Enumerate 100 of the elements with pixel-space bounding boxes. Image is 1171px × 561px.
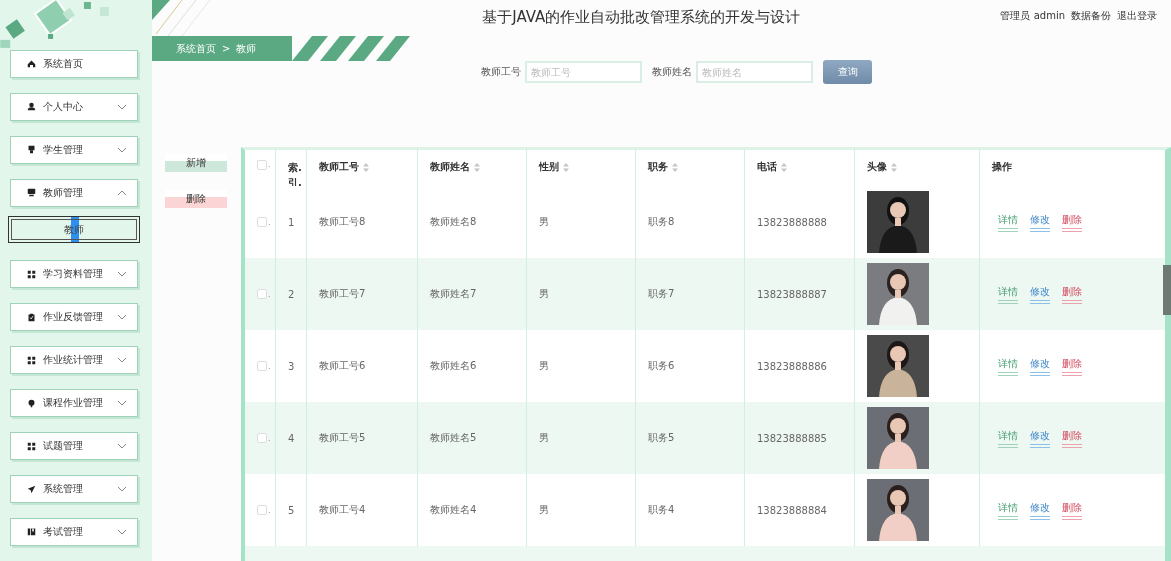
column-header[interactable]: 头像: [867, 160, 887, 174]
book-icon: [27, 527, 36, 537]
checkbox[interactable]: [257, 433, 267, 443]
paper-plane-icon: [27, 484, 36, 494]
table-cell: 13823888887: [757, 288, 827, 300]
table-cell: 职务7: [648, 287, 675, 301]
table-cell: 教师工号7: [319, 287, 366, 301]
menu-item[interactable]: 系统管理: [10, 475, 138, 503]
header-link[interactable]: 管理员 admin: [1000, 9, 1065, 23]
signboard-icon: [27, 145, 36, 155]
checkbox-mark: .: [268, 217, 271, 227]
action-link[interactable]: 详情: [998, 500, 1018, 520]
sort-icon: [563, 162, 569, 172]
table-cell: 13823888885: [757, 432, 827, 444]
checkbox[interactable]: [257, 361, 267, 371]
table-cell: 教师姓名8: [430, 215, 477, 229]
checkbox[interactable]: [257, 289, 267, 299]
checkbox-mark: .: [268, 361, 271, 371]
action-link[interactable]: 删除: [1062, 212, 1082, 232]
table-cell: 男: [539, 215, 549, 229]
table-cell: 教师工号8: [319, 215, 366, 229]
action-link[interactable]: 删除: [1062, 284, 1082, 304]
search-field[interactable]: 教师姓名: [696, 61, 813, 83]
sort-icon: [363, 162, 369, 172]
checkbox-mark: .: [268, 433, 271, 443]
table-cell: 教师工号4: [319, 503, 366, 517]
home-icon: [27, 59, 36, 69]
column-header[interactable]: 职务: [648, 160, 668, 174]
table-cell: 13823888884: [757, 504, 827, 516]
column-header: 操作: [992, 160, 1012, 174]
table-cell: 教师姓名7: [430, 287, 477, 301]
table-cell: 3: [288, 360, 295, 372]
action-link[interactable]: 修改: [1030, 356, 1050, 376]
sort-icon: [891, 162, 897, 172]
action-link[interactable]: 删除: [1062, 356, 1082, 376]
column-header[interactable]: 教师工号: [319, 160, 359, 174]
field-label: 教师工号: [481, 65, 521, 79]
menu-item[interactable]: 课程作业管理: [10, 389, 138, 418]
table-cell: 13823888886: [757, 360, 827, 372]
action-link[interactable]: 修改: [1030, 428, 1050, 448]
checkbox[interactable]: [257, 160, 267, 170]
checkbox[interactable]: [257, 217, 267, 227]
menu-item[interactable]: 作业反馈管理: [10, 303, 138, 332]
action-link[interactable]: 修改: [1030, 284, 1050, 304]
table-cell: 职务6: [648, 359, 675, 373]
menu-item[interactable]: 作业统计管理: [10, 346, 138, 375]
action-link[interactable]: 修改: [1030, 500, 1050, 520]
table-cell: 男: [539, 431, 549, 445]
menu-item[interactable]: 学习资料管理: [10, 260, 138, 289]
add-button[interactable]: 新增: [165, 154, 227, 172]
sort-icon: [672, 162, 678, 172]
menu-item[interactable]: 考试管理: [10, 518, 138, 546]
table-cell: 教师工号5: [319, 431, 366, 445]
separator: >: [222, 43, 231, 54]
table-cell: 教师姓名5: [430, 431, 477, 445]
bulb-icon: [27, 398, 36, 408]
action-link[interactable]: 删除: [1062, 500, 1082, 520]
table-cell: 2: [288, 288, 295, 300]
table-cell: 职务5: [648, 431, 675, 445]
menu-item[interactable]: 个人中心: [10, 92, 138, 121]
table-cell: 4: [288, 432, 295, 444]
header-link[interactable]: 数据备份: [1071, 9, 1111, 23]
menu-item[interactable]: 学生管理: [10, 135, 138, 164]
column-header[interactable]: 电话: [757, 160, 777, 174]
checkbox-mark: .: [268, 289, 271, 299]
table-cell: 教师工号6: [319, 359, 366, 373]
column-header[interactable]: 性别: [539, 160, 559, 174]
table-cell: 职务4: [648, 503, 675, 517]
table-cell: 男: [539, 287, 549, 301]
checkbox[interactable]: [257, 505, 267, 515]
action-link[interactable]: 详情: [998, 356, 1018, 376]
table-cell: 职务8: [648, 215, 675, 229]
search-field[interactable]: 教师工号: [525, 61, 642, 83]
grid-icon: [27, 441, 36, 451]
monitor-icon: [27, 188, 36, 198]
action-link[interactable]: 修改: [1030, 212, 1050, 232]
checkbox-mark: .: [268, 160, 271, 169]
table-cell: 男: [539, 503, 549, 517]
user-icon: [27, 102, 36, 112]
table-cell: 教师姓名6: [430, 359, 477, 373]
table-cell: 教师姓名4: [430, 503, 477, 517]
menu-item[interactable]: 系统首页: [10, 49, 138, 78]
grid-icon: [27, 269, 36, 279]
sort-icon: [474, 162, 480, 172]
page-title: 基于JAVA的作业自动批改管理系统的开发与设计: [482, 8, 801, 27]
menu-item[interactable]: 教师管理: [10, 178, 138, 207]
column-header[interactable]: 教师姓名: [430, 160, 470, 174]
table-cell: 5: [288, 504, 295, 516]
grid-icon: [27, 355, 36, 365]
scrollbar-thumb[interactable]: [1163, 265, 1171, 315]
action-link[interactable]: 详情: [998, 212, 1018, 232]
table-cell: 1: [288, 216, 295, 228]
table-cell: 男: [539, 359, 549, 373]
checkbox-mark: .: [268, 505, 271, 515]
table-cell: 13823888888: [757, 216, 827, 228]
menu-item[interactable]: 试题管理: [10, 432, 138, 461]
sort-icon: [781, 162, 787, 172]
header-link[interactable]: 退出登录: [1117, 9, 1157, 23]
action-link[interactable]: 删除: [1062, 428, 1082, 448]
clipboard-icon: [27, 312, 36, 322]
